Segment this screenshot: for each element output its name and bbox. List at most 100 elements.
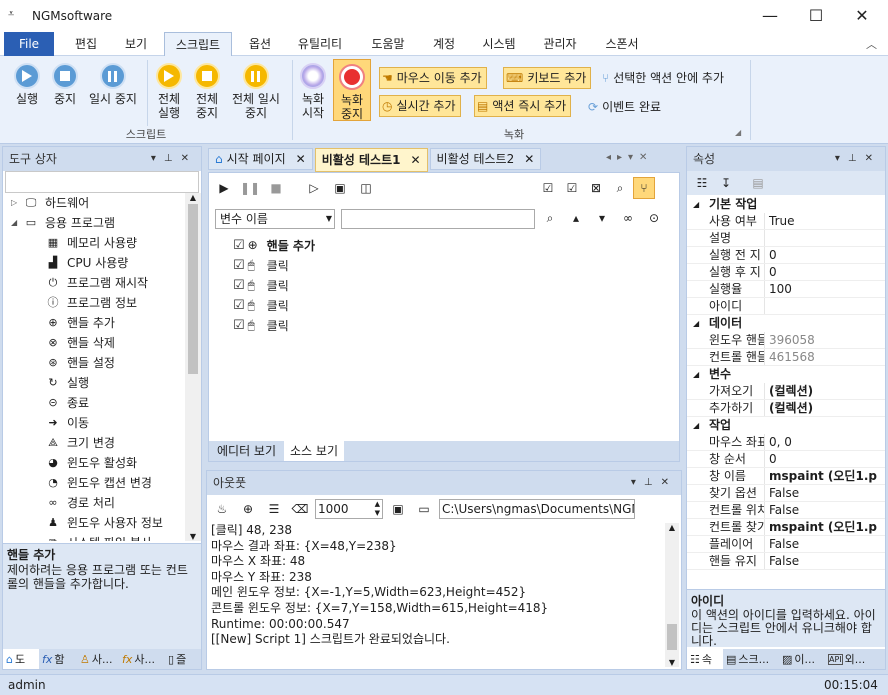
node-checkbox[interactable]: ☑: [233, 298, 245, 313]
property-row[interactable]: 핸들 유지 False: [687, 553, 885, 570]
arrow-down-icon[interactable]: ▾: [591, 207, 613, 229]
property-row[interactable]: 설명: [687, 230, 885, 247]
property-row[interactable]: 컨트롤 위치 False: [687, 502, 885, 519]
tab-nav-controls[interactable]: ◂▸▾✕: [606, 152, 653, 163]
property-row[interactable]: 플레이어 False: [687, 536, 885, 553]
add-in-selected-button[interactable]: ⑂ 선택한 액션 안에 추가: [602, 69, 724, 86]
property-row[interactable]: 실행 후 지0: [687, 264, 885, 281]
toolbox-item[interactable]: ◢ ▭ 응용 프로그램: [3, 213, 186, 233]
tab-toolbox[interactable]: ⌂ 도: [3, 649, 39, 669]
panel-controls[interactable]: ▾⊥✕: [835, 147, 881, 171]
infinity-icon[interactable]: ∞: [617, 207, 639, 229]
scroll-thumb[interactable]: [667, 624, 677, 650]
panel-controls[interactable]: ▾⊥✕: [151, 147, 197, 171]
delete-icon[interactable]: ⊠: [585, 177, 607, 199]
node-checkbox[interactable]: ☑: [233, 238, 245, 253]
property-row[interactable]: 컨트롤 핸들 461568: [687, 349, 885, 366]
toolbox-search-input[interactable]: [5, 171, 199, 193]
toolbox-item[interactable]: ⧉ 시스템 파일 복사: [3, 533, 186, 541]
check-all-icon[interactable]: ☑: [537, 177, 559, 199]
toolbox-item[interactable]: ▦ 메모리 사용량: [3, 233, 186, 253]
toolbox-item[interactable]: ⊗ 핸들 삭제: [3, 333, 186, 353]
toolbox-item[interactable]: ∞ 경로 처리: [3, 493, 186, 513]
close-tab-icon[interactable]: ✕: [524, 148, 534, 170]
pause-button[interactable]: 일시 중지: [84, 63, 142, 106]
property-row[interactable]: 실행 전 지0: [687, 247, 885, 264]
save-icon[interactable]: ▣: [387, 498, 409, 520]
search-input[interactable]: [341, 209, 535, 229]
group-expand-icon[interactable]: ◢: [735, 128, 741, 137]
property-value[interactable]: False: [765, 553, 799, 569]
tab-user[interactable]: ♙ 사...: [77, 649, 119, 669]
tab-images[interactable]: ▨ 이...: [779, 649, 825, 669]
toolbox-item[interactable]: ↻ 실행: [3, 373, 186, 393]
add-action-now-button[interactable]: ▤ 액션 즉시 추가: [474, 95, 572, 117]
property-value[interactable]: mspaint (오딘1.p: [765, 519, 877, 535]
new-document-icon[interactable]: ⊕: [237, 498, 259, 520]
expand-icon[interactable]: ▷: [11, 193, 23, 213]
script-tree-node[interactable]: ☑ 🖱 클릭: [233, 275, 653, 295]
tab-properties[interactable]: ☷ 속: [687, 649, 723, 669]
property-value[interactable]: True: [765, 213, 795, 229]
toolbox-item[interactable]: ⊝ 종료: [3, 393, 186, 413]
property-row[interactable]: 가져오기 (컬렉션): [687, 383, 885, 400]
property-value[interactable]: False: [765, 536, 799, 552]
tab-start-page[interactable]: ⌂ 시작 페이지 ✕: [208, 148, 313, 170]
toolbox-item[interactable]: ⏻ 프로그램 재시작: [3, 273, 186, 293]
maximize-button[interactable]: ☐: [793, 4, 839, 28]
menu-view[interactable]: 보기: [114, 32, 158, 56]
more-icon[interactable]: ⊙: [643, 207, 665, 229]
eraser-icon[interactable]: ⌫: [289, 498, 311, 520]
stop-icon[interactable]: ■: [265, 177, 287, 199]
property-category[interactable]: ◢ 변수: [687, 366, 885, 383]
tab-scripts[interactable]: ▤ 스크...: [723, 649, 779, 669]
collapse-icon[interactable]: ◢: [693, 196, 699, 213]
property-row[interactable]: 아이디: [687, 298, 885, 315]
property-row[interactable]: 추가하기 (컬렉션): [687, 400, 885, 417]
tab-functions[interactable]: fx 함: [39, 649, 77, 669]
step-over-icon[interactable]: ◫: [355, 177, 377, 199]
menu-file[interactable]: File: [4, 32, 54, 56]
clear-icon[interactable]: ♨: [211, 498, 233, 520]
event-done-button[interactable]: ⟳ 이벤트 완료: [588, 98, 661, 115]
run-button[interactable]: 실행: [8, 63, 46, 106]
variable-select[interactable]: 변수 이름 ▼: [215, 209, 335, 229]
toolbox-item[interactable]: ◔ 윈도우 캡션 변경: [3, 473, 186, 493]
property-value[interactable]: [765, 230, 769, 246]
property-row[interactable]: 컨트롤 찾기 mspaint (오딘1.p: [687, 519, 885, 536]
record-start-button[interactable]: 녹화 시작: [296, 63, 330, 120]
property-value[interactable]: 100: [765, 281, 792, 297]
toolbox-item[interactable]: ◕ 윈도우 활성화: [3, 453, 186, 473]
output-scrollbar[interactable]: ▲ ▼: [665, 523, 679, 667]
toolbox-item[interactable]: ⊛ 핸들 설정: [3, 353, 186, 373]
menu-account[interactable]: 계정: [422, 32, 466, 56]
stop-button[interactable]: 중지: [46, 63, 84, 106]
node-checkbox[interactable]: ☑: [233, 318, 245, 333]
collapse-icon[interactable]: ◢: [693, 417, 699, 434]
add-realtime-button[interactable]: ◷ 실시간 추가: [379, 95, 461, 117]
folder-icon[interactable]: ▭: [413, 498, 435, 520]
close-button[interactable]: ✕: [839, 4, 885, 28]
step-into-icon[interactable]: ▣: [329, 177, 351, 199]
menu-system[interactable]: 시스템: [474, 32, 524, 56]
toolbox-item[interactable]: ⟁ 크기 변경: [3, 433, 186, 453]
property-row[interactable]: 마우스 좌표 0, 0: [687, 434, 885, 451]
property-value[interactable]: 461568: [765, 349, 815, 365]
tab-favorites[interactable]: ▯ 즐: [165, 649, 199, 669]
property-value[interactable]: [765, 298, 769, 314]
check-icon[interactable]: ☑: [561, 177, 583, 199]
property-value[interactable]: False: [765, 502, 799, 518]
tab-inactive-test2[interactable]: 비활성 테스트2 ✕: [429, 148, 542, 170]
script-tree-node[interactable]: ☑ ⊕ 핸들 추가: [233, 235, 653, 255]
menu-admin[interactable]: 관리자: [534, 32, 586, 56]
property-value[interactable]: 0, 0: [765, 434, 792, 450]
record-stop-button[interactable]: 녹화 중지: [333, 59, 371, 121]
script-tree-node[interactable]: ☑ 🖱 클릭: [233, 315, 653, 335]
add-mouse-move-button[interactable]: ☚ 마우스 이동 추가: [379, 67, 487, 89]
property-pages-icon[interactable]: ▤: [747, 172, 769, 194]
script-tree-node[interactable]: ☑ 🖱 클릭: [233, 255, 653, 275]
node-checkbox[interactable]: ☑: [233, 258, 245, 273]
property-category[interactable]: ◢ 데이터: [687, 315, 885, 332]
property-row[interactable]: 윈도우 핸들 396058: [687, 332, 885, 349]
categorized-icon[interactable]: ☷: [691, 172, 713, 194]
